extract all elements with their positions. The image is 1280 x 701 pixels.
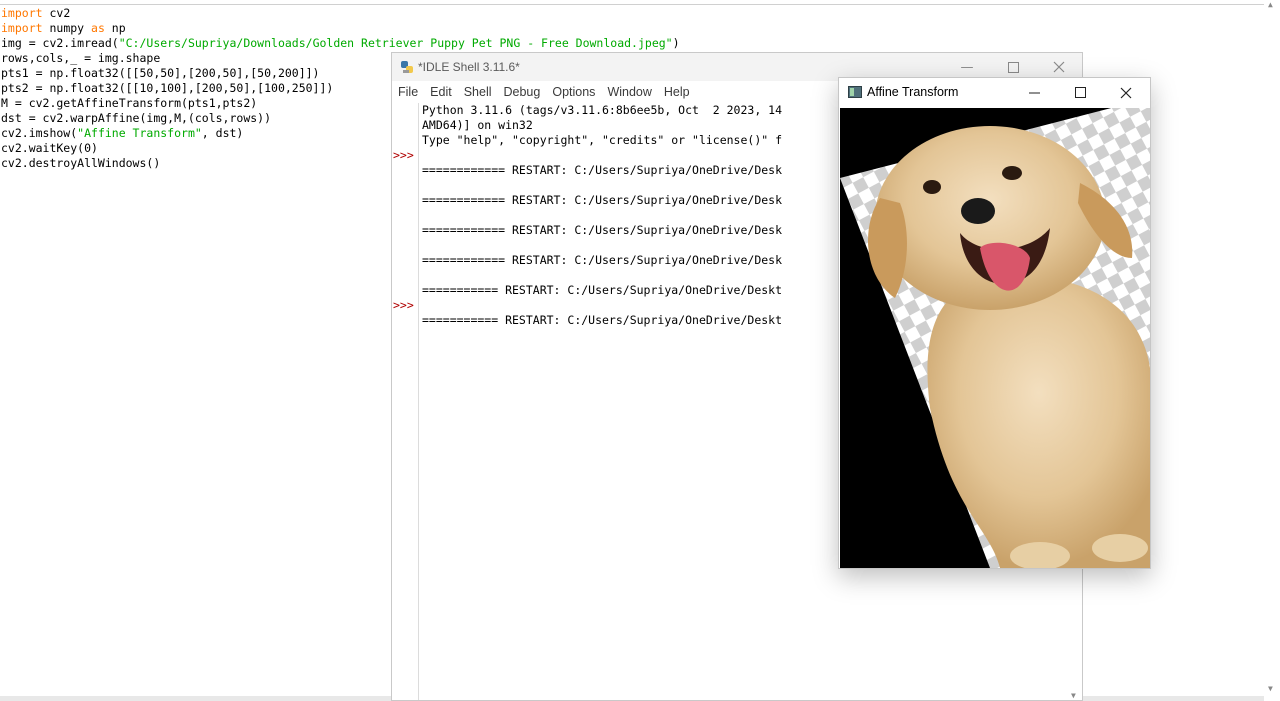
code-line[interactable]: import numpy as np [1,21,680,36]
shell-output-line: ============ RESTART: C:/Users/Supriya/O… [422,253,783,267]
shell-output-line: ============ RESTART: C:/Users/Supriya/O… [422,163,783,177]
code-token: M = cv2.getAffineTransform(pts1,pts2) [1,96,258,110]
minimize-button[interactable] [1011,78,1057,107]
code-token: , dst) [201,126,244,140]
close-button[interactable] [1103,78,1149,107]
opencv-window-icon [848,86,862,98]
shell-output-line: ============ RESTART: C:/Users/Supriya/O… [422,193,783,207]
minimize-icon [1028,92,1040,93]
code-token: cv2 [42,6,71,20]
shell-output-line: =========== RESTART: C:/Users/Supriya/On… [422,283,783,297]
code-token: ) [672,36,680,50]
close-icon [1053,61,1065,73]
puppy-image [840,108,1150,568]
code-token: dst = cv2.warpAffine(img,M,(cols,rows)) [1,111,272,125]
code-token: "C:/Users/Supriya/Downloads/Golden Retri… [118,36,673,50]
shell-output-line: Type "help", "copyright", "credits" or "… [422,133,783,147]
shell-output-line [422,268,782,283]
code-token: rows,cols,_ = img.shape [1,51,161,65]
shell-output-line: Python 3.11.6 (tags/v3.11.6:8b6ee5b, Oct… [422,103,783,117]
menu-help[interactable]: Help [664,85,690,99]
maximize-icon [1007,61,1019,73]
code-token: import [1,6,43,20]
code-token: cv2.waitKey(0) [1,141,98,155]
shell-output-line [422,208,782,223]
code-token: pts2 = np.float32([[10,100],[200,50],[10… [1,81,334,95]
menu-options[interactable]: Options [552,85,595,99]
shell-output-line: ============ RESTART: C:/Users/Supriya/O… [422,223,783,237]
shell-output-line [422,298,782,313]
editor-vertical-scrollbar[interactable]: ▲ ▼ [1264,0,1280,701]
code-line[interactable]: import cv2 [1,6,680,21]
shell-output-line: =========== RESTART: C:/Users/Supriya/On… [422,313,783,327]
affine-transform-window[interactable]: Affine Transform [838,77,1151,569]
prompt-gutter: >>> >>> [392,103,419,700]
shell-prompt: >>> [393,298,414,312]
code-token: np [104,21,126,35]
close-icon [1120,87,1132,98]
code-token: import [1,21,43,35]
shell-output-line [422,148,782,163]
scroll-up-arrow-icon[interactable]: ▲ [1268,0,1273,9]
menu-edit[interactable]: Edit [430,85,452,99]
code-token: "Affine Transform" [77,126,202,140]
menu-file[interactable]: File [398,85,418,99]
code-token: cv2.imshow( [1,126,78,140]
code-token: numpy [42,21,92,35]
code-token: pts1 = np.float32([[50,50],[200,50],[50,… [1,66,320,80]
shell-output-line [422,238,782,253]
affine-titlebar[interactable]: Affine Transform [839,78,1150,107]
shell-prompt: >>> [393,148,414,162]
maximize-icon [1074,87,1086,98]
menu-window[interactable]: Window [607,85,651,99]
shell-output-line [422,178,782,193]
scroll-down-arrow-icon[interactable]: ▼ [1071,691,1076,700]
code-line[interactable]: img = cv2.imread("C:/Users/Supriya/Downl… [1,36,680,51]
transformed-image [840,108,1150,568]
menu-shell[interactable]: Shell [464,85,492,99]
shell-output-line: AMD64)] on win32 [422,118,533,132]
minimize-icon: — [960,59,974,75]
editor-top-divider [0,4,1264,5]
python-idle-icon [401,61,413,73]
scroll-down-arrow-icon[interactable]: ▼ [1268,684,1273,693]
code-token: as [91,21,105,35]
shell-title: *IDLE Shell 3.11.6* [418,60,520,74]
menu-debug[interactable]: Debug [504,85,541,99]
code-token: img = cv2.imread( [1,36,119,50]
shell-output[interactable]: Python 3.11.6 (tags/v3.11.6:8b6ee5b, Oct… [422,103,782,328]
affine-window-title: Affine Transform [867,85,959,99]
code-token: cv2.destroyAllWindows() [1,156,161,170]
maximize-button[interactable] [1057,78,1103,107]
